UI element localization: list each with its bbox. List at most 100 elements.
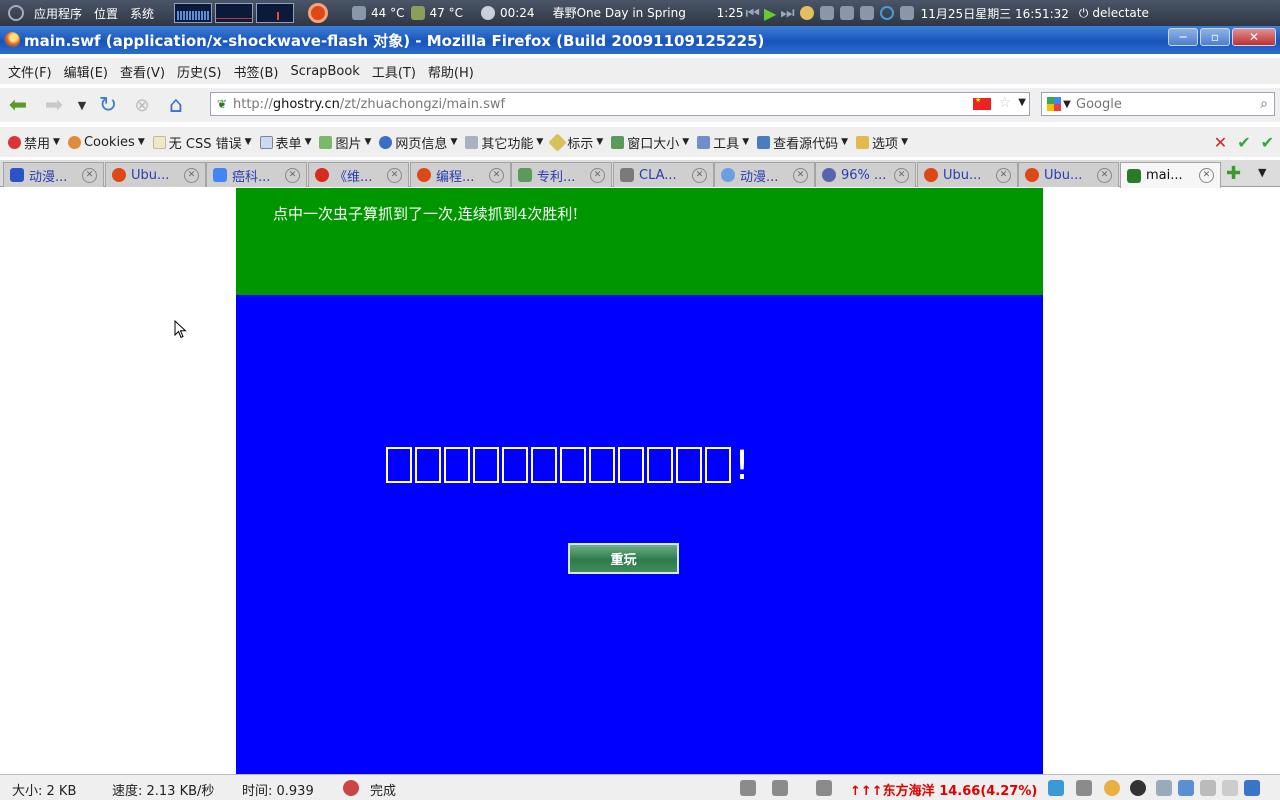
screenshot-icon[interactable] — [1200, 780, 1216, 796]
user-switcher[interactable]: ⏻ delectate — [1079, 6, 1149, 21]
menu-scrapbook[interactable]: ScrapBook — [285, 64, 366, 79]
panel-menu-places[interactable]: 位置 — [94, 5, 118, 22]
history-dropdown-icon[interactable]: ▼ — [72, 91, 92, 119]
tab-programming[interactable]: 编程... ✕ — [410, 162, 511, 187]
next-track-icon[interactable]: ⏭ — [780, 3, 794, 23]
forward-arrow-icon[interactable]: ➡ — [40, 91, 68, 119]
css-error-icon[interactable]: ✕ — [1214, 133, 1227, 152]
power-icon[interactable] — [899, 6, 914, 20]
memory-monitor-graph[interactable] — [215, 3, 254, 23]
search-icon[interactable]: ⌕ — [1254, 96, 1274, 112]
menu-tools[interactable]: 工具(T) — [366, 62, 422, 81]
html-valid-icon[interactable]: ✔ — [1237, 133, 1250, 152]
minimize-button[interactable]: ─ — [1168, 28, 1198, 46]
gnome-foot-icon[interactable] — [8, 5, 24, 21]
home-icon[interactable]: ⌂ — [162, 91, 190, 119]
tab-cla[interactable]: CLA... ✕ — [613, 162, 714, 187]
tab-ubuntu-1[interactable]: Ubu... ✕ — [105, 162, 206, 187]
tab-cancer[interactable]: 癌科... ✕ — [206, 162, 307, 187]
panel-datetime[interactable]: 11月25日星期三 16:51:32 — [921, 5, 1069, 22]
sp-icon[interactable] — [1178, 780, 1194, 796]
devbar-resize-menu[interactable]: 窗口大小 ▼ — [611, 133, 689, 152]
close-status-icon[interactable] — [1244, 780, 1260, 796]
ubuntu-logo-icon[interactable] — [308, 3, 329, 23]
close-tab-icon[interactable]: ✕ — [285, 168, 300, 183]
tab-patent[interactable]: 专利... ✕ — [511, 162, 612, 187]
devbar-outline-menu[interactable]: 标示 ▼ — [548, 132, 603, 152]
url-bar[interactable]: ❦ http://ghostry.cn/zt/zhuachongzi/main.… — [210, 92, 1030, 116]
devbar-images-menu[interactable]: 图片 ▼ — [319, 133, 371, 152]
page-layout-icon[interactable] — [740, 780, 756, 796]
close-tab-icon[interactable]: ✕ — [894, 168, 909, 183]
network-monitor-graph[interactable] — [256, 3, 295, 23]
menu-file[interactable]: 文件(F) — [2, 62, 58, 81]
devbar-view-source-menu[interactable]: 查看源代码 ▼ — [757, 133, 848, 152]
firebug-icon[interactable] — [1076, 780, 1092, 796]
page-icon[interactable] — [1156, 780, 1172, 796]
plugin-icon[interactable] — [772, 780, 788, 796]
tab-main-swf[interactable]: mai... ✕ — [1120, 162, 1221, 188]
tab-anime-2[interactable]: 动漫... ✕ — [714, 162, 815, 187]
tab-96-percent[interactable]: 96% ... ✕ — [815, 162, 916, 187]
search-input[interactable] — [1076, 96, 1254, 112]
china-flag-icon[interactable] — [973, 96, 991, 110]
menu-bookmarks[interactable]: 书签(B) — [227, 62, 284, 81]
window-titlebar[interactable]: main.swf (application/x-shockwave-flash … — [0, 26, 1280, 54]
skype-icon[interactable] — [1130, 780, 1146, 796]
flash-game[interactable]: 点中一次虫子算抓到了一次,连续抓到4次胜利! ! 重玩 — [236, 188, 1043, 774]
play-icon[interactable]: ▶ — [764, 4, 776, 23]
devbar-misc-menu[interactable]: 其它功能 ▼ — [465, 133, 543, 152]
close-tab-icon[interactable]: ✕ — [996, 168, 1011, 183]
close-tab-icon[interactable]: ✕ — [1097, 168, 1112, 183]
bookmark-star-icon[interactable]: ☆ — [998, 95, 1011, 111]
close-tab-icon[interactable]: ✕ — [387, 168, 402, 183]
devbar-tools-menu[interactable]: 工具 ▼ — [697, 133, 749, 152]
notes-icon[interactable] — [1222, 780, 1238, 796]
maximize-button[interactable]: ▫ — [1200, 28, 1230, 46]
volume-icon[interactable] — [839, 6, 854, 20]
close-tab-icon[interactable]: ✕ — [590, 168, 605, 183]
devbar-cookies-menu[interactable]: Cookies ▼ — [67, 135, 145, 150]
js-valid-icon[interactable]: ✔ — [1261, 133, 1274, 152]
close-tab-icon[interactable]: ✕ — [793, 168, 808, 183]
menu-view[interactable]: 查看(V) — [114, 62, 171, 81]
menu-history[interactable]: 历史(S) — [171, 62, 227, 81]
google-engine-icon[interactable]: ▼ — [1042, 97, 1076, 111]
tray-app-icon[interactable] — [799, 6, 814, 20]
menu-help[interactable]: 帮助(H) — [422, 62, 480, 81]
stock-ticker[interactable]: ↑↑↑东方海洋 14.66(4.27%) — [850, 780, 1037, 799]
tab-ubuntu-3[interactable]: Ubu... ✕ — [1018, 162, 1119, 187]
close-tab-icon[interactable]: ✕ — [1199, 168, 1214, 183]
replay-button[interactable]: 重玩 — [568, 543, 679, 574]
close-tab-icon[interactable]: ✕ — [184, 168, 199, 183]
devbar-forms-menu[interactable]: 表单 ▼ — [259, 133, 311, 152]
search-bar[interactable]: ▼ ⌕ — [1041, 92, 1275, 116]
devbar-disable-menu[interactable]: 禁用 ▼ — [8, 133, 60, 152]
tab-ubuntu-2[interactable]: Ubu... ✕ — [917, 162, 1018, 187]
tab-anime-1[interactable]: 动漫... ✕ — [3, 162, 104, 187]
close-tab-icon[interactable]: ✕ — [692, 168, 707, 183]
cpu-monitor-graph[interactable] — [174, 3, 213, 23]
menu-edit[interactable]: 编辑(E) — [58, 62, 114, 81]
greasemonkey-icon[interactable] — [816, 780, 832, 796]
close-tab-icon[interactable]: ✕ — [82, 168, 97, 183]
close-tab-icon[interactable]: ✕ — [489, 168, 504, 183]
panel-menu-system[interactable]: 系统 — [130, 5, 154, 22]
devbar-css-menu[interactable]: 无 CSS 错误 ▼ — [152, 133, 252, 152]
network-icon[interactable] — [859, 6, 874, 20]
addon-icon[interactable] — [1048, 780, 1064, 796]
firefox-icon[interactable] — [4, 32, 20, 48]
wireless-icon[interactable] — [879, 6, 894, 20]
devbar-options-menu[interactable]: 选项 ▼ — [856, 133, 908, 152]
stop-icon[interactable]: ⊗ — [128, 91, 156, 119]
now-playing-title[interactable]: 春野One Day in Spring — [553, 7, 703, 19]
devbar-info-menu[interactable]: 网页信息 ▼ — [379, 133, 457, 152]
site-favicon-icon[interactable]: ❦ — [211, 97, 233, 111]
previous-track-icon[interactable]: ⏮ — [746, 3, 760, 23]
reload-icon[interactable]: ↻ — [94, 91, 122, 119]
smiley-icon[interactable] — [1104, 780, 1120, 796]
close-window-button[interactable]: ✕ — [1232, 28, 1276, 46]
tab-wiki[interactable]: 《维... ✕ — [308, 162, 409, 187]
usb-device-icon[interactable] — [819, 6, 834, 20]
url-dropdown-icon[interactable]: ▼ — [1018, 97, 1026, 108]
